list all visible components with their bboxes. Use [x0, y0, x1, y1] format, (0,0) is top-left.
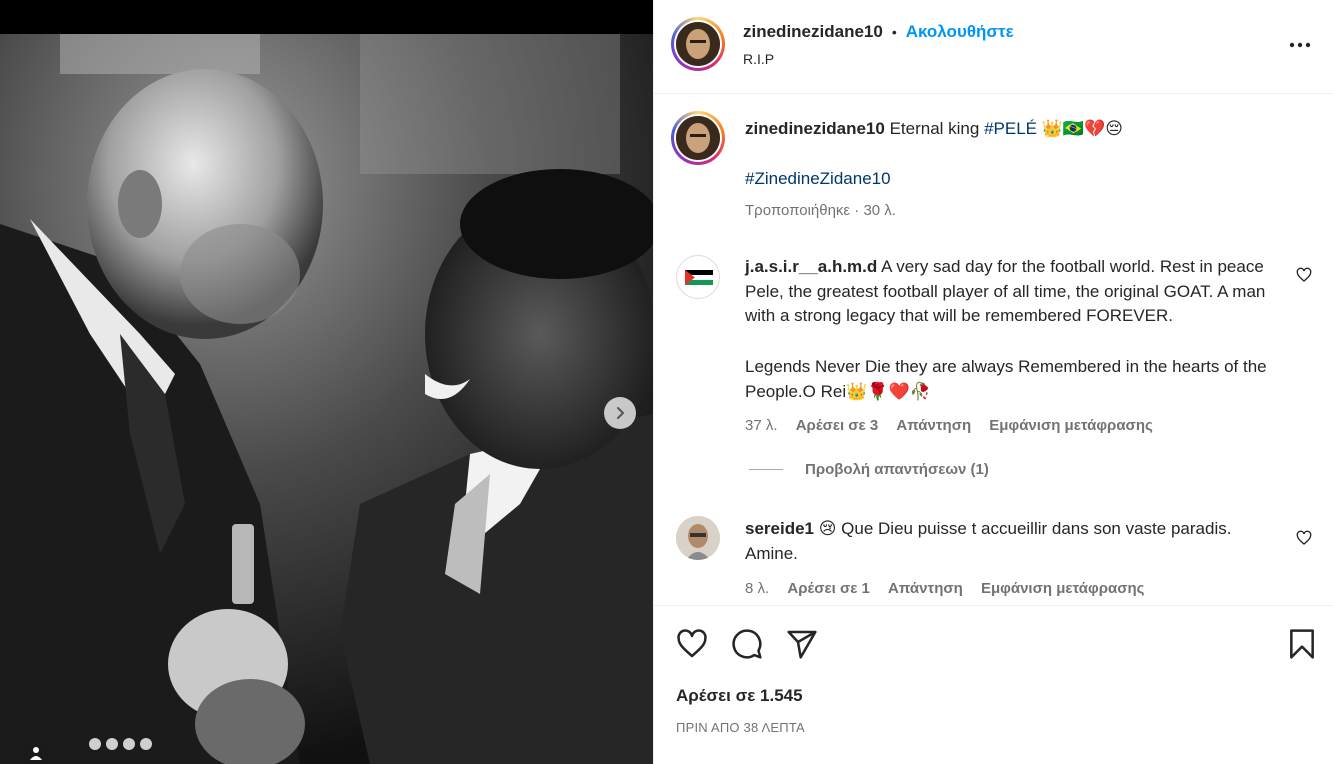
caption-emojis: 👑🇧🇷💔😔 [1041, 119, 1123, 138]
caption-text: zinedinezidane10 Eternal king #PELÉ 👑🇧🇷💔… [745, 117, 1285, 142]
heart-icon[interactable] [1296, 267, 1312, 283]
reply-button[interactable]: Απάντηση [896, 417, 971, 434]
translate-button[interactable]: Εμφάνιση μετάφρασης [981, 580, 1144, 597]
post-side-panel: zinedinezidane10 • Ακολουθήστε R.I.P zin… [653, 0, 1333, 764]
hashtag-zidane[interactable]: #ZinedineZidane10 [745, 167, 1285, 192]
comment-time: 8 λ. [745, 580, 770, 597]
author-username[interactable]: zinedinezidane10 [743, 22, 883, 42]
user-icon [30, 747, 42, 760]
caption-username[interactable]: zinedinezidane10 [745, 119, 885, 138]
comment-body-2: Legends Never Die they are always Rememb… [745, 357, 1267, 401]
heart-icon[interactable] [1296, 530, 1312, 546]
post-actions: Αρέσει σε 1.545 ΠΡΙΝ ΑΠΟ 38 ΛΕΠΤΑ [654, 605, 1333, 764]
more-horizontal-icon[interactable] [1288, 38, 1314, 52]
likes-count[interactable]: Αρέσει σε 1.545 [676, 686, 803, 706]
comment-time: 37 λ. [745, 417, 778, 434]
comment-meta: 8 λ. Αρέσει σε 1 Απάντηση Εμφάνιση μετάφ… [745, 580, 1158, 597]
post-image [0, 34, 653, 764]
comment-text: j.a.s.i.r__a.h.m.d A very sad day for th… [745, 255, 1285, 329]
caption-body: Eternal king [889, 119, 980, 138]
share-icon[interactable] [786, 628, 818, 660]
comment-meta: 37 λ. Αρέσει σε 3 Απάντηση Εμφάνιση μετά… [745, 417, 1167, 434]
separator-dot: • [891, 24, 897, 40]
commenter-username[interactable]: j.a.s.i.r__a.h.m.d [745, 257, 877, 276]
comment-likes[interactable]: Αρέσει σε 3 [796, 417, 879, 434]
follow-button[interactable]: Ακολουθήστε [906, 22, 1014, 42]
hashtag-pele[interactable]: #PELÉ [984, 119, 1037, 138]
comments-section[interactable]: zinedinezidane10 Eternal king #PELÉ 👑🇧🇷💔… [654, 95, 1333, 605]
replies-divider [749, 469, 783, 470]
author-avatar[interactable] [671, 17, 725, 71]
carousel-next-button[interactable] [604, 397, 636, 429]
caption-avatar[interactable] [671, 111, 725, 165]
view-replies-label: Προβολή απαντήσεων (1) [805, 461, 989, 478]
post-location[interactable]: R.I.P [743, 51, 774, 67]
view-replies-button[interactable]: Προβολή απαντήσεων (1) [749, 461, 989, 478]
post-photo[interactable] [0, 0, 653, 764]
commenter-avatar[interactable] [676, 255, 720, 299]
bookmark-icon[interactable] [1288, 628, 1316, 660]
chevron-right-icon [617, 407, 624, 419]
post-header: zinedinezidane10 • Ακολουθήστε R.I.P [654, 0, 1333, 94]
post-timestamp[interactable]: ΠΡΙΝ ΑΠΟ 38 ΛΕΠΤΑ [676, 720, 805, 735]
heart-icon[interactable] [676, 628, 708, 660]
comment-icon[interactable] [731, 628, 763, 660]
translate-button[interactable]: Εμφάνιση μετάφρασης [989, 417, 1152, 434]
caption-edited: Τροποποιήθηκε · 30 λ. [745, 202, 896, 219]
comment-text: sereide1 😢 Que Dieu puisse t accueillir … [745, 517, 1285, 566]
reply-button[interactable]: Απάντηση [888, 580, 963, 597]
commenter-username[interactable]: sereide1 [745, 519, 814, 538]
comment-body: 😢 Que Dieu puisse t accueillir dans son … [745, 519, 1232, 563]
comment-likes[interactable]: Αρέσει σε 1 [787, 580, 870, 597]
commenter-avatar[interactable] [676, 516, 720, 560]
